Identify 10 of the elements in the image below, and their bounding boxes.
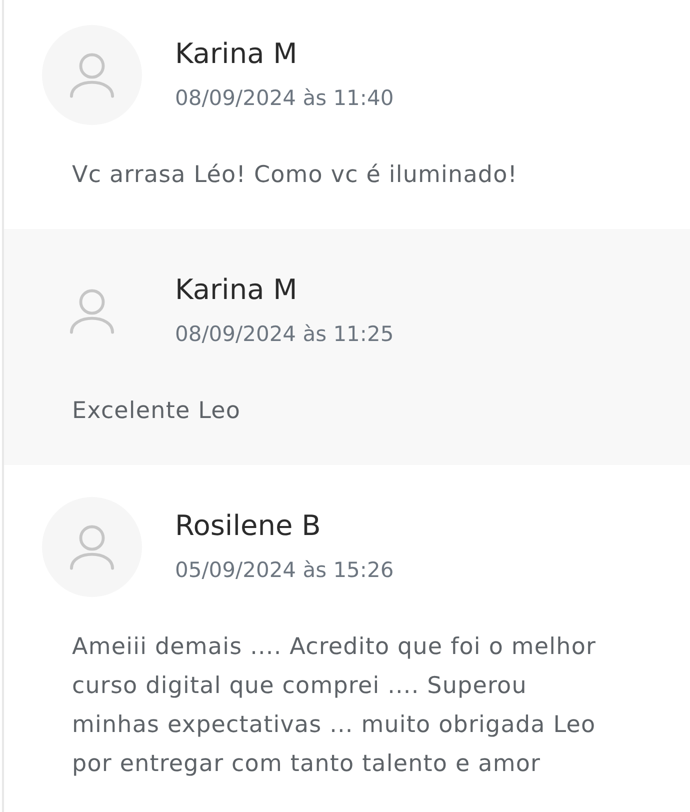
comment-date: 08/09/2024 às 11:40 — [175, 85, 394, 112]
author-name: Karina M — [175, 274, 298, 306]
comment-date: 05/09/2024 às 15:26 — [175, 557, 394, 584]
comment-text: Vc arrasa Léo! Como vc é iluminado! — [72, 161, 519, 190]
author-name: Karina M — [175, 38, 298, 70]
comment-text: Ameiii demais .... Acredito que foi o melhor curso digital que comprei .... Superou minhas expectativas ... muito obrigada Leo por entregar com tanto talento e amor — [72, 633, 598, 779]
author-name: Rosilene B — [175, 510, 322, 542]
comment-text: Excelente Leo — [72, 397, 242, 426]
comment-date: 08/09/2024 às 11:25 — [175, 321, 394, 348]
avatar-icon — [70, 288, 114, 334]
